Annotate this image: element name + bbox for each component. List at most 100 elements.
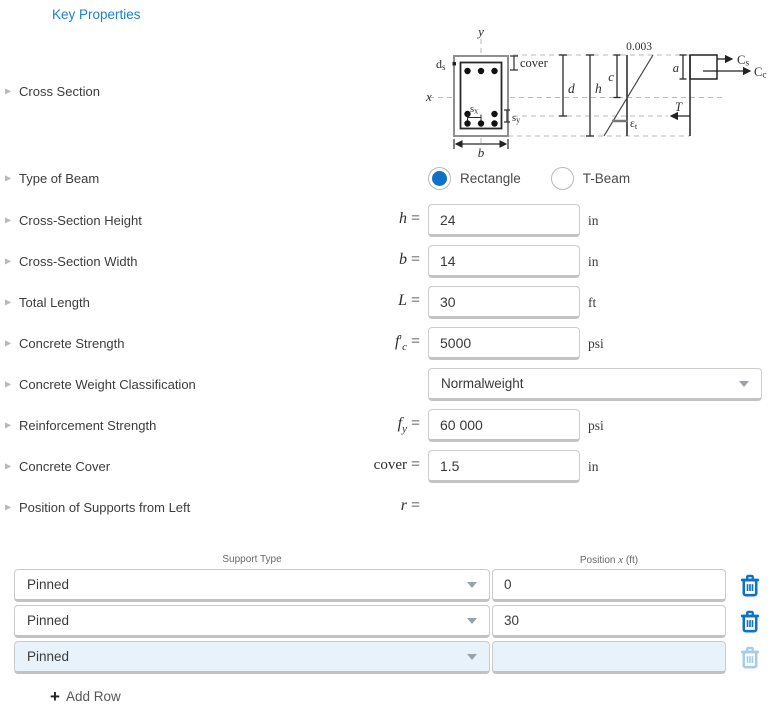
chevron-down-icon: [467, 581, 477, 588]
support-position-input[interactable]: [492, 605, 726, 638]
support-row-1: Pinned: [14, 569, 774, 602]
diagram-label-sy: sy: [512, 113, 520, 125]
diagram-label-cover: cover: [520, 56, 549, 70]
math-label: L =: [398, 292, 420, 310]
support-position-input[interactable]: [492, 641, 726, 674]
chevron-right-icon[interactable]: ▶: [5, 462, 19, 471]
field-label: Concrete Weight Classification: [19, 377, 196, 392]
diagram-label-epsilon-t: εt: [630, 118, 638, 131]
field-label: Type of Beam: [19, 170, 100, 186]
diagram-label-b: b: [478, 145, 485, 158]
field-label: Concrete Cover: [19, 459, 111, 474]
chevron-right-icon[interactable]: ▶: [5, 380, 19, 389]
key-properties-page: Key Properties ▶ Cross Section y x ds co…: [0, 0, 777, 715]
math-label: cover =: [373, 456, 420, 474]
radio-unselected-icon[interactable]: [550, 166, 574, 190]
weight-classification-select[interactable]: Normalweight: [428, 368, 762, 401]
chevron-down-icon: [739, 380, 749, 387]
height-input[interactable]: [428, 204, 580, 237]
field-row-type-of-beam: ▶ Type of Beam Rectangle T-Beam: [0, 156, 777, 200]
chevron-right-icon[interactable]: ▶: [5, 503, 19, 512]
delete-row-button-disabled: [737, 643, 763, 673]
math-label: f′c =: [395, 333, 420, 354]
field-label: Total Length: [19, 295, 90, 310]
diagram-label-d: d: [568, 81, 575, 96]
unit-label: in: [588, 212, 599, 228]
field-row-width: ▶Cross-Section Width b= in: [0, 241, 777, 282]
support-type-select[interactable]: Pinned: [14, 605, 490, 638]
field-label: Cross-Section Width: [19, 254, 138, 269]
concrete-strength-input[interactable]: [428, 327, 580, 360]
radio-selected-icon[interactable]: [428, 166, 451, 190]
diagram-label-cs: Cs: [737, 53, 749, 69]
field-row-weight-classification: ▶ Concrete Weight Classification Normalwe…: [0, 364, 777, 405]
unit-label: in: [588, 253, 599, 269]
chevron-right-icon[interactable]: ▶: [5, 216, 19, 225]
select-value: Pinned: [27, 577, 70, 592]
radio-option-rectangle[interactable]: Rectangle: [428, 166, 521, 190]
support-type-select[interactable]: Pinned: [14, 569, 490, 602]
diagram-label-h: h: [595, 81, 602, 96]
chevron-right-icon[interactable]: ▶: [5, 86, 19, 95]
diagram-label-cc: Cc: [754, 65, 767, 81]
concrete-cover-input[interactable]: [428, 450, 580, 483]
width-input[interactable]: [428, 245, 580, 278]
support-row-3-ghost: Pinned: [14, 641, 774, 674]
diagram-label-x-axis: x: [425, 89, 432, 104]
diagram-label-ds: ds: [436, 57, 446, 72]
diagram-label-c: c: [608, 69, 614, 84]
chevron-right-icon[interactable]: ▶: [5, 339, 19, 348]
delete-row-button[interactable]: [737, 607, 763, 637]
trash-icon: [740, 646, 760, 668]
select-value: Normalweight: [441, 376, 524, 391]
unit-label: in: [588, 458, 599, 474]
key-properties-link[interactable]: Key Properties: [52, 7, 141, 22]
plus-icon: +: [50, 687, 60, 706]
delete-row-button[interactable]: [737, 571, 763, 601]
field-row-cross-section: ▶ Cross Section y x ds cover sx sy b d h…: [0, 26, 777, 158]
chevron-right-icon[interactable]: ▶: [5, 173, 19, 182]
supports-table: Support Type Position x (ft) Pinned Pinn…: [14, 554, 774, 677]
header-support-type: Support Type: [222, 554, 282, 565]
math-label: fy =: [397, 415, 420, 436]
chevron-right-icon[interactable]: ▶: [5, 421, 19, 430]
diagram-label-sx: sx: [470, 104, 478, 116]
chevron-down-icon: [467, 653, 477, 660]
unit-label: psi: [588, 417, 604, 433]
math-label: b =: [398, 251, 420, 269]
support-row-2: Pinned: [14, 605, 774, 638]
diagram-label-y-axis: y: [476, 26, 484, 39]
diagram-label-strain: 0.003: [626, 41, 652, 53]
header-position: Position x (ft): [579, 554, 639, 566]
field-row-height: ▶Cross-Section Height h= in: [0, 200, 777, 241]
select-value: Pinned: [27, 613, 70, 628]
field-label: Cross-Section Height: [19, 213, 142, 228]
chevron-down-icon: [467, 617, 477, 624]
cross-section-diagram: y x ds cover sx sy b d h 0.003 c εt a Cs…: [425, 26, 767, 158]
math-label: r =: [400, 497, 420, 515]
support-position-input[interactable]: [492, 569, 726, 602]
field-label: Reinforcement Strength: [19, 418, 157, 433]
field-row-total-length: ▶Total Length L= ft: [0, 282, 777, 323]
unit-label: psi: [588, 335, 604, 351]
field-row-concrete-strength: ▶Concrete Strength f′c= psi: [0, 323, 777, 364]
length-input[interactable]: [428, 286, 580, 319]
field-label: Concrete Strength: [19, 336, 125, 351]
field-row-reinforcement-strength: ▶Reinforcement Strength fy= psi: [0, 405, 777, 446]
diagram-label-a: a: [673, 61, 679, 75]
trash-icon: [740, 574, 760, 596]
math-label: h =: [398, 210, 420, 228]
add-row-button[interactable]: + Add Row: [50, 688, 121, 705]
chevron-right-icon[interactable]: ▶: [5, 298, 19, 307]
field-row-support-positions: ▶ Position of Supports from Left r =: [0, 487, 777, 528]
reinforcement-strength-input[interactable]: [428, 409, 580, 442]
chevron-right-icon[interactable]: ▶: [5, 257, 19, 266]
supports-table-header: Support Type Position x (ft): [14, 554, 774, 566]
field-row-concrete-cover: ▶Concrete Cover cover= in: [0, 446, 777, 487]
field-label: Position of Supports from Left: [19, 500, 191, 515]
field-label: Cross Section: [19, 83, 100, 99]
unit-label: ft: [588, 294, 597, 310]
diagram-label-t: T: [675, 100, 683, 114]
radio-option-t-beam[interactable]: T-Beam: [550, 166, 630, 190]
support-type-select[interactable]: Pinned: [14, 641, 490, 674]
